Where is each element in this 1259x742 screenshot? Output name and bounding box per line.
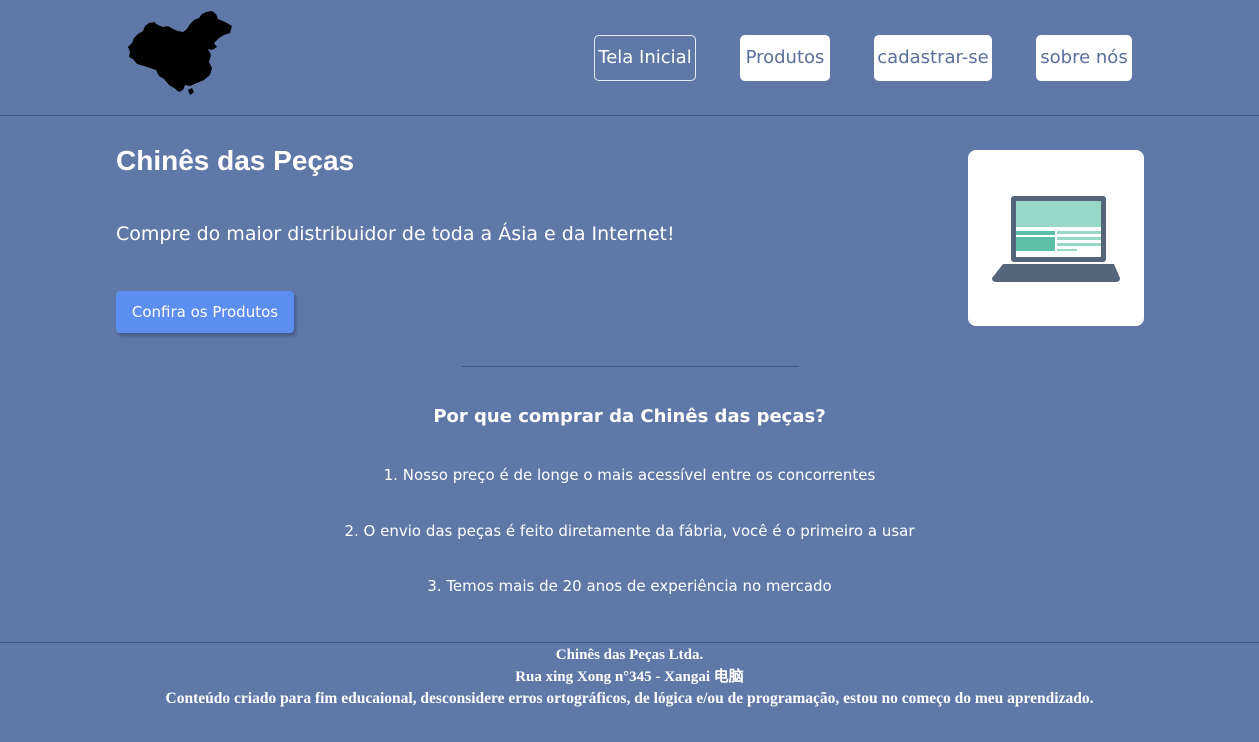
site-header: Tela Inicial Produtos cadastrar-se sobre…	[0, 0, 1259, 116]
nav-home-button[interactable]: Tela Inicial	[594, 35, 696, 81]
section-divider	[462, 366, 799, 367]
footer-disclaimer: Conteúdo criado para fim educaional, des…	[165, 690, 1094, 707]
why-title: Por que comprar da Chinês das peças?	[433, 406, 826, 427]
china-map-icon[interactable]	[126, 10, 234, 96]
reason-item: 2. O envio das peças é feito diretamente…	[344, 522, 915, 540]
view-products-button[interactable]: Confira os Produtos	[116, 291, 294, 333]
nav-products-button[interactable]: Produtos	[740, 35, 830, 81]
hero-image-card	[968, 150, 1144, 326]
reason-item: 1. Nosso preço é de longe o mais acessív…	[383, 466, 876, 484]
reason-item: 3. Temos mais de 20 anos de experiência …	[427, 577, 832, 595]
footer-company: Chinês das Peças Ltda.	[555, 647, 704, 663]
nav-signup-button[interactable]: cadastrar-se	[874, 35, 992, 81]
hero-subtitle: Compre do maior distribuidor de toda a Á…	[116, 223, 675, 245]
hero-title: Chinês das Peças	[116, 145, 355, 176]
laptop-icon	[992, 196, 1120, 282]
footer-address: Rua xing Xong n°345 - Xangai 电脑	[515, 669, 744, 685]
nav-about-button[interactable]: sobre nós	[1036, 35, 1132, 81]
site-footer: Chinês das Peças Ltda. Rua xing Xong n°3…	[0, 642, 1259, 742]
